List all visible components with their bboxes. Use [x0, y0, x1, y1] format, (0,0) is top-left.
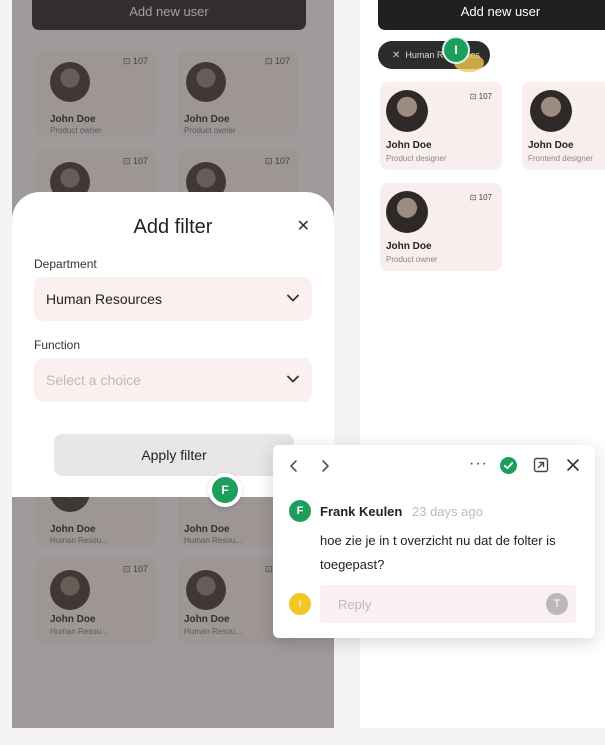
- comment-marker-avatar[interactable]: I: [442, 36, 470, 64]
- close-icon[interactable]: [566, 458, 580, 472]
- comment-pin[interactable]: F: [208, 473, 242, 507]
- more-options-icon[interactable]: ···: [469, 455, 488, 473]
- function-label: Function: [34, 338, 81, 352]
- function-select[interactable]: Select a choice: [34, 358, 312, 402]
- count-badge: ⊡ 107: [469, 92, 492, 101]
- user-card[interactable]: John Doe Frontend designer: [522, 82, 605, 170]
- avatar: [530, 90, 572, 132]
- avatar: [386, 191, 428, 233]
- user-role: Product owner: [386, 255, 438, 264]
- reply-placeholder: Reply: [338, 596, 372, 612]
- add-user-button[interactable]: Add new user: [378, 0, 605, 30]
- user-card[interactable]: ⊡ 107 John Doe Product designer: [380, 82, 502, 170]
- chevron-down-icon: [287, 294, 299, 302]
- comment-pin-avatar: F: [212, 477, 238, 503]
- department-value: Human Resources: [46, 291, 162, 307]
- apply-filter-button[interactable]: Apply filter: [54, 434, 294, 476]
- count-badge: ⊡ 107: [469, 193, 492, 202]
- comment-timestamp: 23 days ago: [412, 504, 483, 519]
- next-comment-icon[interactable]: [319, 459, 331, 473]
- user-role: Product designer: [386, 154, 447, 163]
- reply-input[interactable]: Reply T: [320, 585, 576, 623]
- user-role: Frontend designer: [528, 154, 593, 163]
- user-name: John Doe: [386, 140, 432, 151]
- user-name: John Doe: [528, 140, 574, 151]
- department-label: Department: [34, 257, 97, 271]
- previous-comment-icon[interactable]: [288, 459, 300, 473]
- send-reply-button[interactable]: T: [546, 593, 568, 615]
- user-name: John Doe: [386, 241, 432, 252]
- chevron-down-icon: [287, 375, 299, 383]
- open-external-icon[interactable]: [533, 457, 549, 473]
- user-card[interactable]: ⊡ 107 John Doe Product owner: [380, 183, 502, 271]
- comment-author: Frank Keulen: [320, 504, 403, 519]
- resolve-check-icon[interactable]: [500, 457, 517, 474]
- author-avatar: F: [289, 500, 311, 522]
- avatar: [386, 90, 428, 132]
- remove-filter-icon[interactable]: ✕: [392, 50, 400, 61]
- comment-body: hoe zie je in t overzicht nu dat de folt…: [320, 533, 556, 572]
- current-user-avatar: I: [289, 593, 311, 615]
- department-select[interactable]: Human Resources: [34, 277, 312, 321]
- function-placeholder: Select a choice: [46, 372, 141, 388]
- close-icon[interactable]: ✕: [297, 216, 310, 236]
- modal-title: Add filter: [133, 216, 213, 238]
- comment-popover: ··· F Frank Keulen 23 days ago hoe zie j…: [273, 445, 595, 638]
